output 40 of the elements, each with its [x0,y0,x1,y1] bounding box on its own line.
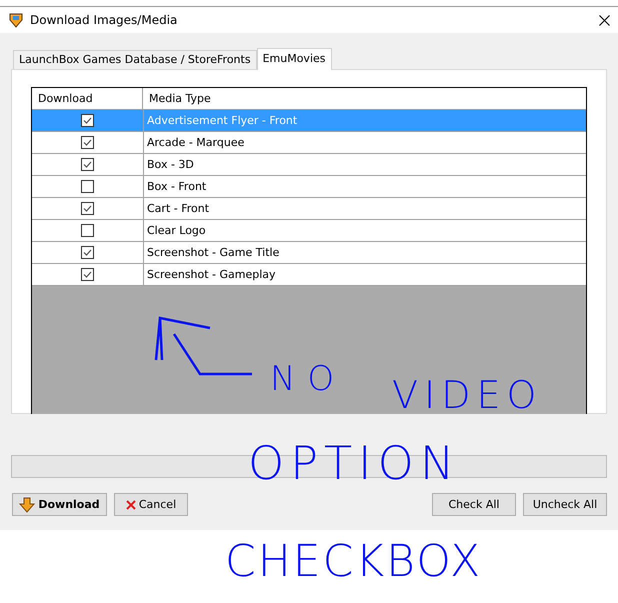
column-header[interactable]: Download [32,88,143,109]
checkbox[interactable] [81,136,94,149]
tab[interactable]: LaunchBox Games Database / StoreFronts [13,50,257,69]
annotation-text: OPTION [248,440,460,486]
tab[interactable]: EmuMovies [256,48,332,70]
check-button[interactable]: Uncheck All [523,493,607,516]
cancel-button[interactable]: Cancel [114,493,188,516]
close-icon [126,500,136,510]
download-arrow-icon [19,496,36,512]
annotation-text: CHECKBOX [225,540,482,584]
checkbox[interactable] [81,114,94,127]
table-row[interactable]: Cart - Front [32,198,586,220]
table-row[interactable]: Clear Logo [32,220,586,242]
table-row[interactable]: Box - 3D [32,154,586,176]
checkbox[interactable] [81,158,94,171]
table-row[interactable]: Arcade - Marquee [32,132,586,154]
table-cell-text: Cart - Front [146,201,210,217]
column-header[interactable]: Media Type [143,88,586,109]
checkbox[interactable] [81,180,94,193]
table-row[interactable]: Screenshot - Game Title [32,242,586,264]
checkbox[interactable] [81,246,94,259]
annotation-text: VIDEO [392,376,542,414]
table-cell-text: Clear Logo [146,223,207,239]
checkbox[interactable] [81,202,94,215]
table-row[interactable]: Screenshot - Gameplay [32,264,586,286]
app-icon [8,12,24,28]
check-button[interactable]: Check All [432,493,516,516]
close-icon[interactable] [599,14,610,26]
annotation-text: NO [270,362,346,396]
table-cell-text: Box - Front [146,179,208,195]
window-title: Download Images/Media [30,13,178,27]
download-button[interactable]: Download [12,493,107,516]
table-cell-text: Screenshot - Gameplay [146,267,277,283]
table-cell-text: Arcade - Marquee [146,135,246,151]
checkbox[interactable] [81,224,94,237]
table-cell-text: Box - 3D [146,157,195,173]
checkbox[interactable] [81,268,94,281]
table-cell-text: Advertisement Flyer - Front [146,113,298,129]
table-cell-text: Screenshot - Game Title [146,245,280,261]
table-row[interactable]: Box - Front [32,176,586,198]
